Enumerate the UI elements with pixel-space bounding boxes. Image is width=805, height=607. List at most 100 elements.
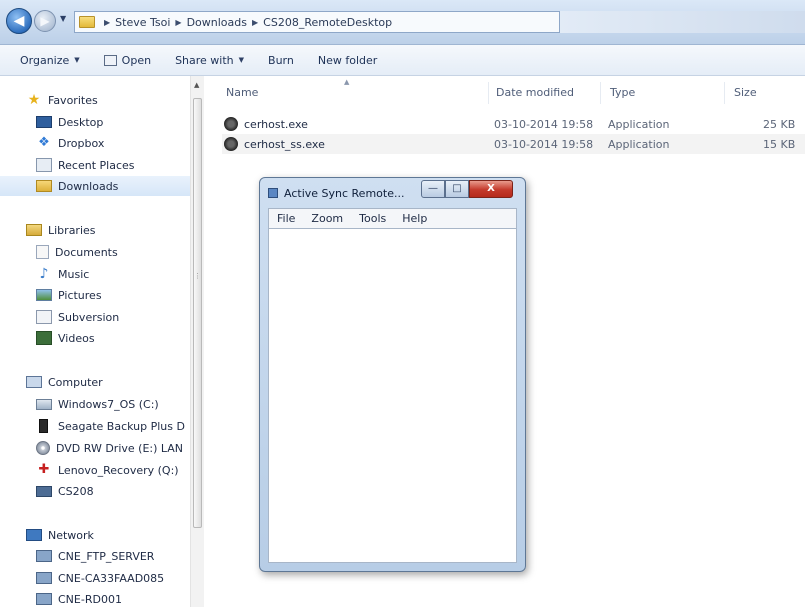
column-divider[interactable] <box>724 82 725 104</box>
menu-zoom[interactable]: Zoom <box>311 212 343 225</box>
chevron-right-icon[interactable]: ▶ <box>175 18 181 27</box>
nav-lenovo-recovery-label: Lenovo_Recovery (Q:) <box>58 463 179 477</box>
dropbox-icon: ❖ <box>38 135 50 150</box>
nav-cs208[interactable]: CS208 <box>36 481 204 501</box>
file-date: 03-10-2014 19:58 <box>494 117 594 131</box>
nav-network-label: Network <box>48 528 94 542</box>
desktop-icon <box>36 116 52 128</box>
nav-favorites[interactable]: ★ Favorites <box>26 90 204 110</box>
close-button[interactable]: X <box>469 180 513 198</box>
chevron-right-icon[interactable]: ▶ <box>252 18 258 27</box>
nav-desktop[interactable]: Desktop <box>36 112 204 132</box>
window-menu-bar: File Zoom Tools Help <box>268 208 517 228</box>
subversion-icon <box>36 310 52 324</box>
column-header-size[interactable]: Size <box>734 86 757 99</box>
open-button[interactable]: Open <box>103 53 152 67</box>
nav-libraries-label: Libraries <box>48 223 96 237</box>
remote-display-area[interactable] <box>268 228 517 563</box>
column-divider[interactable] <box>488 82 489 104</box>
minimize-button[interactable]: — <box>421 180 445 198</box>
app-icon <box>268 188 278 198</box>
music-note-icon: ♪ <box>39 266 49 282</box>
active-sync-remote-window[interactable]: Active Sync Remote... — □ X File Zoom To… <box>259 177 526 572</box>
new-folder-button[interactable]: New folder <box>318 54 377 67</box>
menu-help[interactable]: Help <box>402 212 427 225</box>
chevron-right-icon[interactable]: ▶ <box>104 18 110 27</box>
external-drive-icon <box>39 419 48 433</box>
breadcrumb-cs208-remotedesktop[interactable]: CS208_RemoteDesktop <box>263 16 392 29</box>
window-title-bar[interactable]: Active Sync Remote... <box>268 184 404 202</box>
command-toolbar: Organize ▼ Open Share with ▼ Burn New fo… <box>0 45 805 76</box>
column-header-date-modified[interactable]: Date modified <box>496 86 574 99</box>
nav-documents-label: Documents <box>55 245 118 259</box>
nav-network-computer-label: CNE-CA33FAAD085 <box>58 571 165 585</box>
file-row[interactable]: cerhost.exe 03-10-2014 19:58 Application… <box>222 114 805 134</box>
nav-network-computer[interactable]: CNE_FTP_SERVER <box>36 546 204 566</box>
open-label: Open <box>121 53 152 67</box>
scrollbar-thumb[interactable] <box>193 98 202 528</box>
nav-windows7-os[interactable]: Windows7_OS (C:) <box>36 394 204 414</box>
burn-label: Burn <box>268 53 294 67</box>
nav-lenovo-recovery[interactable]: ✚ Lenovo_Recovery (Q:) <box>36 460 190 480</box>
nav-seagate[interactable]: Seagate Backup Plus D <box>36 416 190 436</box>
nav-libraries[interactable]: Libraries <box>26 220 204 240</box>
recovery-drive-icon: ✚ <box>38 462 50 477</box>
nav-computer[interactable]: Computer <box>26 372 204 392</box>
column-header-name[interactable]: Name <box>226 86 258 99</box>
share-with-button[interactable]: Share with ▼ <box>175 54 244 67</box>
breadcrumb-downloads[interactable]: Downloads <box>187 16 247 29</box>
nav-videos[interactable]: Videos <box>36 328 204 348</box>
nav-documents[interactable]: Documents <box>36 242 204 262</box>
nav-dropbox[interactable]: ❖ Dropbox <box>36 133 204 153</box>
nav-recent-places[interactable]: Recent Places <box>36 155 204 175</box>
scroll-up-icon[interactable]: ▲ <box>194 81 199 89</box>
nav-seagate-label: Seagate Backup Plus D <box>58 419 185 433</box>
file-row[interactable]: cerhost_ss.exe 03-10-2014 19:58 Applicat… <box>222 134 805 154</box>
nav-music-label: Music <box>58 267 90 281</box>
nav-downloads[interactable]: Downloads <box>0 176 190 196</box>
organize-button[interactable]: Organize ▼ <box>20 54 80 67</box>
menu-file[interactable]: File <box>277 212 295 225</box>
burn-button[interactable]: Burn <box>268 54 294 67</box>
application-icon <box>224 117 238 131</box>
chevron-down-icon: ▼ <box>74 56 80 64</box>
hard-drive-icon <box>36 398 52 410</box>
nav-pane-scrollbar[interactable]: ▲ ⋮ <box>190 76 204 607</box>
splitter-grip-icon[interactable]: ⋮ <box>194 272 201 280</box>
nav-music[interactable]: ♪ Music <box>36 264 204 284</box>
back-button[interactable]: ◀ <box>6 8 32 34</box>
navigation-pane: ★ Favorites Desktop ❖ Dropbox Recent Pla… <box>0 76 204 607</box>
window-controls: — □ X <box>421 180 513 198</box>
open-icon <box>103 54 117 66</box>
breadcrumb-steve-tsoi[interactable]: Steve Tsoi <box>115 16 170 29</box>
network-icon <box>26 529 42 541</box>
network-drive-icon <box>36 485 52 497</box>
nav-pictures[interactable]: Pictures <box>36 285 204 305</box>
nav-network-computer-label: CNE-RD001 <box>58 592 122 606</box>
nav-dvd-label: DVD RW Drive (E:) LAN <box>56 441 184 455</box>
address-bar-area: ◀ ▶ ▼ ▶ Steve Tsoi ▶ Downloads ▶ CS208_R… <box>0 0 805 45</box>
nav-cs208-label: CS208 <box>58 484 94 498</box>
sort-indicator-icon: ▲ <box>344 78 350 86</box>
forward-button[interactable]: ▶ <box>34 10 56 32</box>
file-name: cerhost.exe <box>244 117 308 131</box>
recent-places-icon <box>36 158 52 172</box>
column-header-type[interactable]: Type <box>610 86 635 99</box>
arrow-right-icon: ▶ <box>40 14 50 28</box>
file-date: 03-10-2014 19:58 <box>494 137 594 151</box>
documents-icon <box>36 245 49 259</box>
nav-network-computer[interactable]: CNE-RD001 <box>36 589 204 607</box>
nav-favorites-label: Favorites <box>48 93 98 107</box>
nav-network-computer[interactable]: CNE-CA33FAAD085 <box>36 568 204 588</box>
address-bar-fade <box>560 11 805 33</box>
nav-network[interactable]: Network <box>26 525 204 545</box>
menu-tools[interactable]: Tools <box>359 212 386 225</box>
maximize-button[interactable]: □ <box>445 180 469 198</box>
address-field[interactable]: ▶ Steve Tsoi ▶ Downloads ▶ CS208_RemoteD… <box>74 11 560 33</box>
recent-pages-dropdown[interactable]: ▼ <box>60 14 66 23</box>
maximize-icon: □ <box>452 183 462 194</box>
nav-dvd[interactable]: DVD RW Drive (E:) LAN <box>36 438 190 458</box>
downloads-folder-icon <box>36 180 52 192</box>
nav-subversion[interactable]: Subversion <box>36 307 204 327</box>
column-divider[interactable] <box>600 82 601 104</box>
